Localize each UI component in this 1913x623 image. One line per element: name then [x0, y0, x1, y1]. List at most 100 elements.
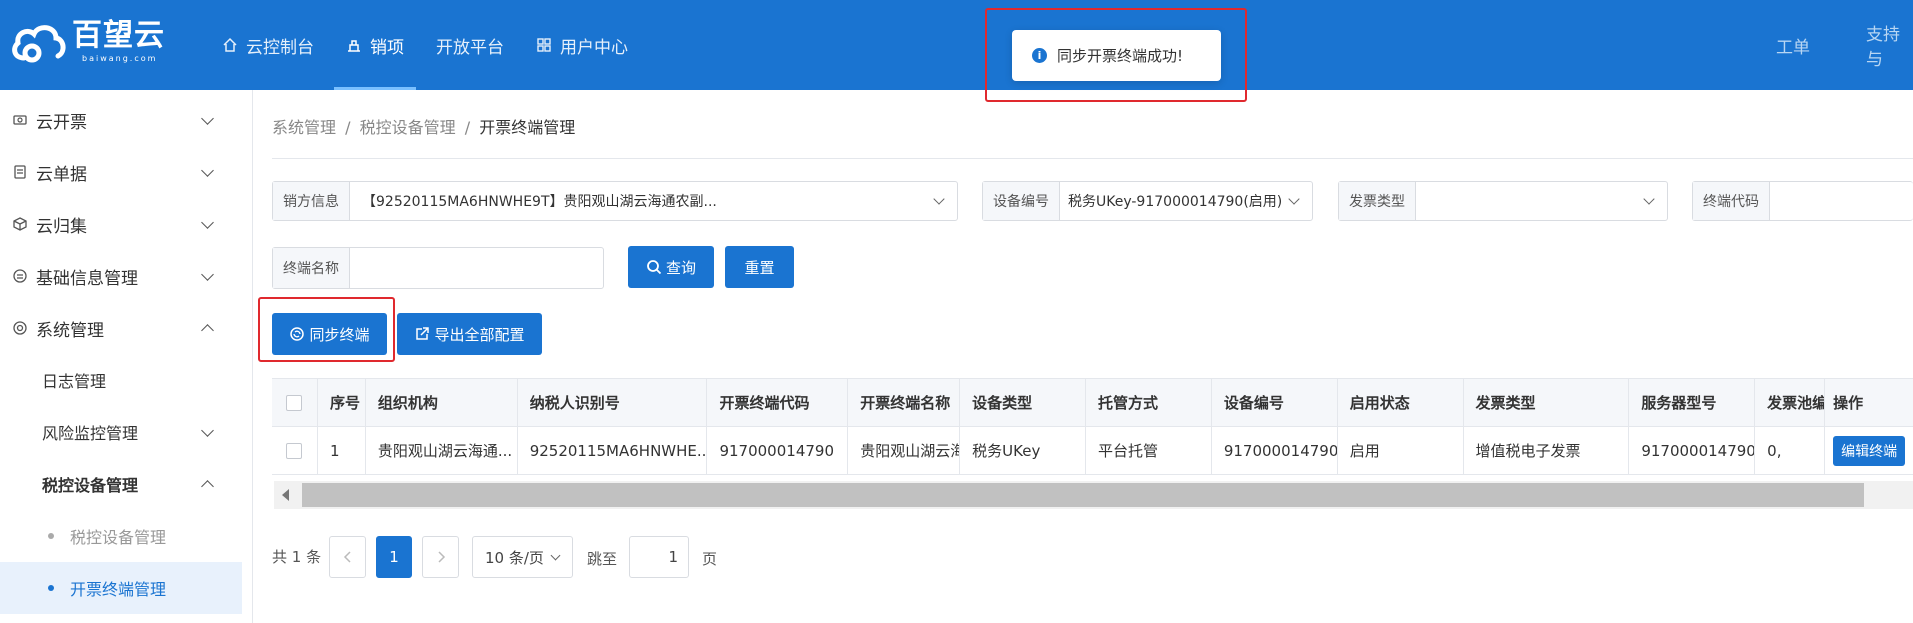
info-icon: [13, 269, 27, 283]
sidebar-item-label: 云开票: [36, 112, 87, 133]
table-cell: 917000014790: [1629, 427, 1756, 474]
breadcrumb-sep: /: [345, 118, 351, 137]
query-label: 查询: [665, 258, 696, 277]
device-no-select[interactable]: 设备编号 税务UKey-917000014790(启用): [982, 181, 1313, 221]
table-cell: 92520115MA6HNWHE...: [518, 427, 708, 474]
nav-sales[interactable]: 销项: [334, 0, 416, 90]
sidebar-item-label: 云单据: [36, 164, 87, 185]
terminal-code-input[interactable]: 终端代码: [1692, 181, 1913, 221]
scrollbar-thumb[interactable]: [302, 483, 1864, 507]
sidebar-leaf-label: 税控设备管理: [70, 528, 167, 547]
sidebar-sub-label: 税控设备管理: [42, 476, 139, 495]
select-all-checkbox[interactable]: [286, 394, 303, 411]
terminal-code-label: 终端代码: [1693, 182, 1770, 220]
sidebar-item-cloud-document[interactable]: 云单据: [0, 146, 242, 198]
export-config-button[interactable]: 导出全部配置: [397, 313, 542, 355]
edit-terminal-button[interactable]: 编辑终端: [1833, 435, 1906, 466]
divider: [272, 158, 1913, 159]
device-no-value: 税务UKey-917000014790(启用): [1068, 194, 1283, 210]
support-link[interactable]: 支持与: [1866, 0, 1913, 90]
col-header: 发票池编号: [1755, 379, 1826, 426]
cube-icon: [13, 217, 27, 231]
nav-open-platform[interactable]: 开放平台: [436, 0, 504, 90]
sidebar-item-label: 云归集: [36, 216, 87, 237]
row-checkbox[interactable]: [286, 442, 303, 459]
bullet-dot: [48, 533, 54, 539]
col-header: 开票终端名称: [848, 379, 961, 426]
page-size-value: 10 条/页: [485, 548, 544, 567]
home-icon: [223, 37, 237, 52]
export-config-label: 导出全部配置: [434, 325, 525, 344]
sidebar: 云开票 云单据 云归集 基础信息管理 系统管理 日志管理 风险监控管理 税控设备…: [0, 90, 253, 623]
export-icon: [416, 327, 430, 340]
horizontal-scrollbar[interactable]: [274, 481, 1913, 509]
invoice-icon: [13, 115, 27, 125]
page-1-button[interactable]: 1: [376, 536, 412, 578]
sidebar-item-cloud-invoice[interactable]: 云开票: [0, 94, 242, 146]
ticket-link[interactable]: 工单: [1776, 0, 1810, 90]
breadcrumb-tax-device[interactable]: 税控设备管理: [360, 118, 456, 137]
sync-terminal-button[interactable]: 同步终端: [272, 313, 387, 355]
chevron-down-icon: [1288, 193, 1300, 205]
chevron-down-icon: [201, 216, 214, 229]
table-cell: 917000014790: [1212, 427, 1338, 474]
table-cell: 平台托管: [1086, 427, 1212, 474]
nav-sales-label: 销项: [370, 37, 404, 58]
action-cell: 编辑终端: [1825, 427, 1913, 474]
row-select-cell: [272, 427, 318, 474]
sidebar-sub-label: 日志管理: [42, 372, 107, 391]
breadcrumb-system[interactable]: 系统管理: [272, 118, 336, 137]
reset-button[interactable]: 重置: [725, 246, 794, 288]
sidebar-sub-label: 风险监控管理: [42, 424, 139, 443]
sidebar-leaf-terminal-mgmt[interactable]: 开票终端管理: [0, 562, 242, 614]
sidebar-item-system[interactable]: 系统管理: [0, 302, 242, 354]
success-toast: i 同步开票终端成功!: [1012, 30, 1221, 81]
sidebar-leaf-tax-device-mgmt[interactable]: 税控设备管理: [0, 510, 242, 562]
col-header: 操作: [1833, 394, 1864, 412]
scroll-left-icon[interactable]: [282, 489, 289, 501]
sales-icon: [348, 40, 360, 52]
col-header: 纳税人识别号: [518, 379, 708, 426]
sidebar-leaf-label: 开票终端管理: [70, 580, 167, 599]
col-header: 发票类型: [1464, 379, 1630, 426]
page-size-select[interactable]: 10 条/页: [472, 536, 573, 578]
terminal-name-label: 终端名称: [273, 248, 350, 288]
sidebar-item-basic-info[interactable]: 基础信息管理: [0, 250, 242, 302]
brand-logo[interactable]: 百望云 baiwang.com: [10, 20, 165, 64]
total-count: 共 1 条: [272, 548, 322, 566]
nav-user-center-label: 用户中心: [560, 37, 628, 58]
prev-page-button[interactable]: [329, 536, 366, 578]
sidebar-sub-risk[interactable]: 风险监控管理: [0, 406, 242, 458]
col-header: 服务器型号: [1629, 379, 1756, 426]
sync-terminal-label: 同步终端: [309, 325, 370, 344]
chevron-up-icon: [201, 480, 214, 493]
breadcrumb-sep: /: [464, 118, 471, 137]
settings-icon: [13, 321, 27, 335]
seller-select[interactable]: 销方信息 【92520115MA6HNWHE9T】贵阳观山湖云海通农副...: [272, 181, 958, 221]
sidebar-sub-log[interactable]: 日志管理: [0, 354, 242, 406]
nav-console[interactable]: 云控制台: [222, 0, 314, 90]
col-header: 开票终端代码: [707, 379, 849, 426]
col-header: 设备类型: [960, 379, 1086, 426]
col-header: 设备编号: [1212, 379, 1338, 426]
chevron-down-icon: [933, 193, 945, 205]
nav-user-center[interactable]: 用户中心: [536, 0, 628, 90]
jump-page-input[interactable]: 1: [629, 536, 689, 578]
table-cell: 917000014790: [707, 427, 849, 474]
search-icon: [647, 260, 662, 275]
query-button[interactable]: 查询: [628, 246, 714, 288]
sidebar-item-label: 系统管理: [36, 320, 104, 341]
toast-message: 同步开票终端成功!: [1057, 47, 1184, 65]
table-row[interactable]: 1 贵阳观山湖云海通... 92520115MA6HNWHE... 917000…: [272, 427, 1913, 475]
sidebar-item-cloud-collect[interactable]: 云归集: [0, 198, 242, 250]
terminal-name-input[interactable]: 终端名称: [272, 247, 604, 289]
select-all-cell: [272, 379, 318, 426]
breadcrumb: 系统管理 / 税控设备管理 / 开票终端管理: [272, 114, 575, 138]
sidebar-sub-tax-device[interactable]: 税控设备管理: [0, 458, 242, 510]
nav-console-label: 云控制台: [246, 37, 314, 58]
invoice-type-select[interactable]: 发票类型: [1338, 181, 1668, 221]
nav-open-platform-label: 开放平台: [436, 37, 504, 58]
top-header: 百望云 baiwang.com 云控制台 销项 开放平台 用户中心 工单 支持与: [0, 0, 1913, 90]
cloud-logo-icon: [12, 25, 66, 63]
next-page-button[interactable]: [422, 536, 459, 578]
